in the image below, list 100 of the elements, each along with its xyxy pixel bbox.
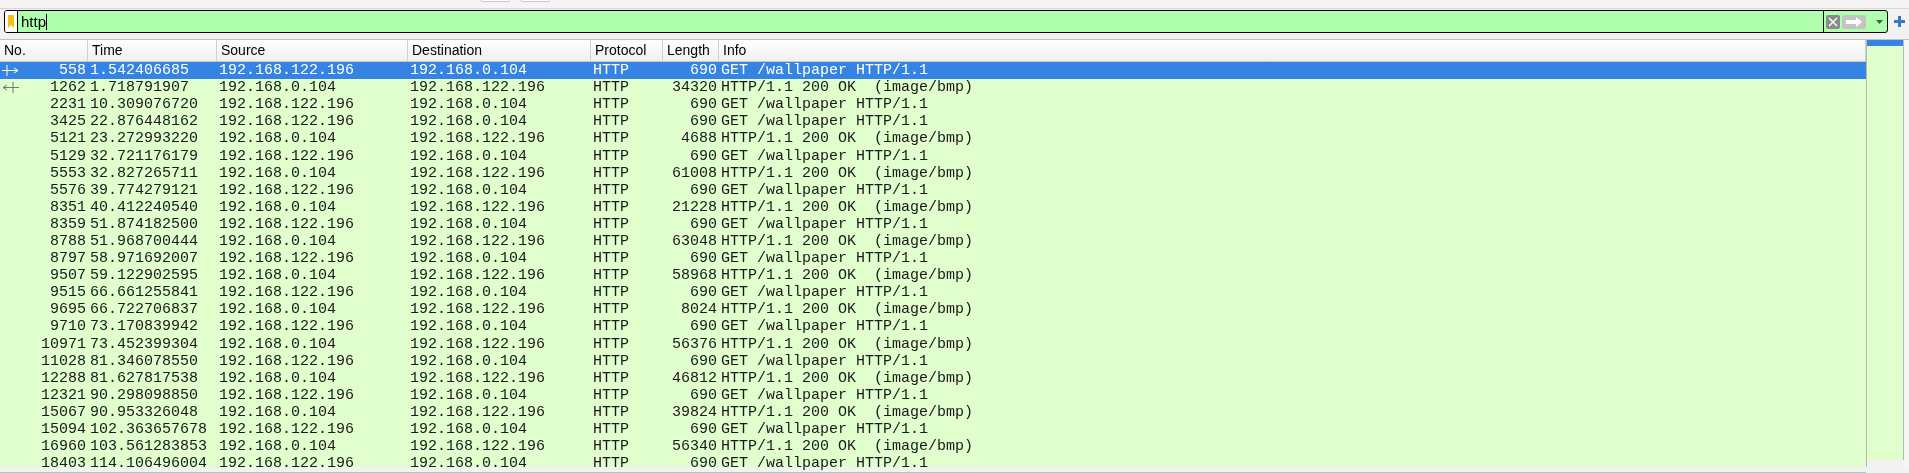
table-cell: 192.168.0.104 (410, 114, 528, 130)
table-cell: HTTP (593, 404, 629, 420)
clear-icon[interactable] (1826, 14, 1840, 29)
table-cell: HTTP (593, 439, 629, 455)
table-cell: 192.168.0.104 (410, 148, 528, 164)
table-cell: 1.542406685 (90, 63, 190, 79)
packet-row[interactable]: 5121 23.272993220 192.168.0.104 192.168.122.196 HTTP 4688 HTTP/1.1 200 OK (image/bmp) (0, 130, 1866, 148)
table-cell: 192.168.0.104 (219, 268, 337, 284)
table-cell: 61008 (672, 165, 717, 181)
table-cell: 58968 (672, 268, 717, 284)
packet-row[interactable]: 9507 59.122902595 192.168.0.104 192.168.122.196 HTTP 58968 HTTP/1.1 200 OK (image/bmp) (0, 267, 1866, 285)
table-cell: 192.168.0.104 (219, 404, 337, 420)
packet-row[interactable]: 8788 51.968700444 192.168.0.104 192.168.122.196 HTTP 63048 HTTP/1.1 200 OK (image/bmp) (0, 232, 1866, 251)
packet-row[interactable]: 12321 90.298098850 192.168.122.196 192.168.0.104 HTTP 690 GET /wallpaper HTTP/1.1 (0, 386, 1866, 404)
table-cell: GET /wallpaper HTTP/1.1 (721, 422, 929, 437)
table-cell: HTTP/1.1 200 OK (image/bmp) (721, 131, 974, 147)
packet-row[interactable]: 10971 73.452399304 192.168.0.104 192.168.122.196 HTTP 56376 HTTP/1.1 200 OK (image/bmp) (0, 335, 1866, 353)
packet-row[interactable]: 16960 103.561283853 192.168.0.104 192.168.122.196 HTTP 56340 HTTP/1.1 200 OK (image/bmp) (0, 438, 1866, 456)
table-cell: 192.168.0.104 (410, 422, 528, 437)
table-cell: 690 (690, 114, 717, 130)
packet-row[interactable]: 558 1.542406685 192.168.122.196 192.168.0.104 HTTP 690 GET /wallpaper HTTP/1.1 (0, 62, 1866, 80)
bookmark-icon[interactable] (8, 15, 14, 28)
table-cell: HTTP (593, 131, 629, 147)
table-cell: 192.168.122.196 (219, 422, 355, 437)
table-cell: 8359 (50, 216, 86, 232)
table-cell: 192.168.0.104 (219, 234, 337, 249)
packet-row[interactable]: 9695 66.722706837 192.168.0.104 192.168.122.196 HTTP 8024 HTTP/1.1 200 OK (image/bmp) (0, 301, 1866, 319)
response-arrow-icon (2, 82, 20, 94)
table-cell: 690 (690, 285, 717, 301)
table-cell: 192.168.122.196 (410, 199, 546, 215)
packet-row[interactable]: 9710 73.170839942 192.168.122.196 192.168.0.104 HTTP 690 GET /wallpaper HTTP/1.1 (0, 318, 1866, 336)
column-header[interactable]: Length (667, 40, 710, 61)
table-cell: 192.168.0.104 (410, 456, 528, 472)
table-cell: HTTP (593, 182, 629, 198)
table-cell: HTTP (593, 387, 629, 403)
table-cell: 73.170839942 (90, 319, 199, 335)
table-cell: 81.627817538 (90, 370, 199, 386)
table-cell: HTTP/1.1 200 OK (image/bmp) (721, 80, 974, 96)
packet-row[interactable]: 5553 32.827265711 192.168.0.104 192.168.122.196 HTTP 61008 HTTP/1.1 200 OK (image/bmp) (0, 164, 1866, 182)
table-cell: GET /wallpaper HTTP/1.1 (721, 216, 929, 232)
table-cell: HTTP/1.1 200 OK (image/bmp) (721, 165, 974, 181)
table-cell: 32.721176179 (90, 148, 199, 164)
packet-row[interactable]: 9515 66.661255841 192.168.122.196 192.168.0.104 HTTP 690 GET /wallpaper HTTP/1.1 (0, 284, 1866, 302)
arrow-right-icon[interactable] (1842, 14, 1866, 29)
table-cell: 32.827265711 (90, 165, 199, 181)
table-cell: 192.168.122.196 (410, 370, 546, 386)
table-cell: 18403 (41, 456, 86, 472)
table-cell: 15067 (41, 404, 86, 420)
table-cell: 192.168.0.104 (219, 131, 337, 147)
table-cell: 192.168.0.104 (410, 387, 528, 403)
table-cell: 690 (690, 387, 717, 403)
table-cell: 8797 (50, 251, 86, 267)
packet-row[interactable]: 5576 39.774279121 192.168.122.196 192.168.0.104 HTTP 690 GET /wallpaper HTTP/1.1 (0, 181, 1866, 199)
table-cell: 192.168.122.196 (219, 63, 355, 79)
packet-row[interactable]: 8797 58.971692007 192.168.122.196 192.168.0.104 HTTP 690 GET /wallpaper HTTP/1.1 (0, 250, 1866, 268)
table-cell: 63048 (672, 234, 717, 249)
caret-icon[interactable] (1876, 19, 1883, 24)
table-cell: HTTP (593, 216, 629, 232)
table-cell: 192.168.0.104 (219, 302, 337, 318)
packet-row[interactable]: 12288 81.627817538 192.168.0.104 192.168.122.196 HTTP 46812 HTTP/1.1 200 OK (image/bmp) (0, 369, 1866, 387)
selection-marker (1867, 40, 1903, 46)
table-cell: HTTP/1.1 200 OK (image/bmp) (721, 370, 974, 386)
table-cell: HTTP (593, 80, 629, 96)
packet-minimap[interactable] (1867, 40, 1904, 460)
table-cell: 9695 (50, 302, 86, 318)
table-cell: HTTP (593, 353, 629, 369)
table-cell: 90.298098850 (90, 387, 199, 403)
table-cell: 9710 (50, 319, 86, 335)
table-cell: 9507 (50, 268, 86, 284)
column-header[interactable]: Info (723, 40, 747, 61)
column-header[interactable]: Source (221, 40, 266, 61)
table-cell: 192.168.122.196 (219, 456, 355, 472)
table-cell: HTTP (593, 456, 629, 472)
packet-row[interactable]: 5129 32.721176179 192.168.122.196 192.168.0.104 HTTP 690 GET /wallpaper HTTP/1.1 (0, 147, 1866, 165)
table-cell: 192.168.122.196 (410, 439, 546, 455)
table-cell: 192.168.0.104 (219, 439, 337, 455)
packet-row[interactable]: 18403 114.106496004 192.168.122.196 192.168.0.104 HTTP 690 GET /wallpaper HTTP/1.1 (0, 455, 1866, 472)
column-header[interactable]: Time (92, 40, 123, 61)
packet-row[interactable]: 15094 102.363657678 192.168.122.196 192.168.0.104 HTTP 690 GET /wallpaper HTTP/1.1 (0, 420, 1866, 439)
packet-row[interactable]: 1262 1.718791907 192.168.0.104 192.168.122.196 HTTP 34320 HTTP/1.1 200 OK (image/bmp) (0, 79, 1866, 97)
table-cell: HTTP (593, 268, 629, 284)
packet-row[interactable]: 15067 90.953326048 192.168.0.104 192.168.122.196 HTTP 39824 HTTP/1.1 200 OK (image/bmp) (0, 403, 1866, 421)
table-cell: 690 (690, 319, 717, 335)
packet-row[interactable]: 8351 40.412240540 192.168.0.104 192.168.122.196 HTTP 21228 HTTP/1.1 200 OK (image/bmp) (0, 198, 1866, 216)
packet-row[interactable]: 8359 51.874182500 192.168.122.196 192.168.0.104 HTTP 690 GET /wallpaper HTTP/1.1 (0, 215, 1866, 233)
packet-row[interactable]: 2231 10.309076720 192.168.122.196 192.168.0.104 HTTP 690 GET /wallpaper HTTP/1.1 (0, 96, 1866, 114)
table-cell: 690 (690, 456, 717, 472)
column-header[interactable]: Destination (412, 40, 483, 61)
table-cell: 192.168.0.104 (410, 182, 528, 198)
column-header[interactable]: Protocol (595, 40, 647, 61)
packet-row[interactable]: 11028 81.346078550 192.168.122.196 192.168.0.104 HTTP 690 GET /wallpaper HTTP/1.1 (0, 352, 1866, 370)
display-filter-field[interactable]: http (4, 10, 1888, 33)
table-cell: 192.168.122.196 (219, 216, 355, 232)
table-cell: 1262 (50, 80, 86, 96)
packet-row[interactable]: 3425 22.876448162 192.168.122.196 192.168.0.104 HTTP 690 GET /wallpaper HTTP/1.1 (0, 113, 1866, 131)
plus-icon[interactable] (1894, 16, 1905, 27)
table-cell: HTTP/1.1 200 OK (image/bmp) (721, 439, 974, 455)
table-cell: HTTP (593, 370, 629, 386)
table-cell: 192.168.122.196 (219, 285, 355, 301)
column-header[interactable]: No. (4, 40, 26, 61)
